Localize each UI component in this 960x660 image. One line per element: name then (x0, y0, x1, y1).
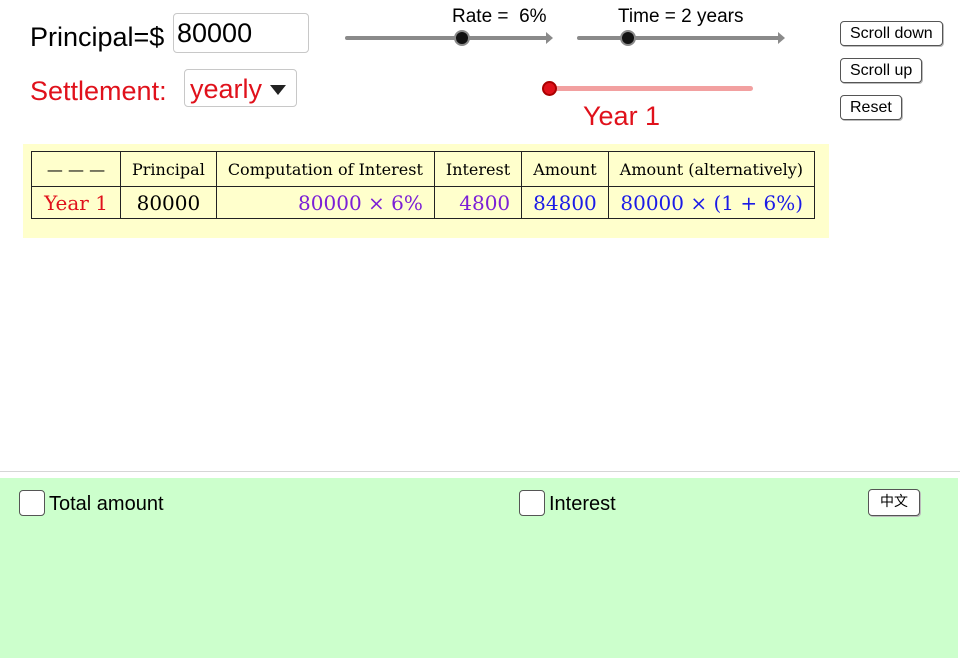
settlement-dropdown[interactable]: yearly (184, 69, 297, 107)
total-amount-label: Total amount (49, 493, 164, 515)
principal-input[interactable] (173, 13, 309, 53)
table-row: Year 1 80000 80000 × 6% 4800 84800 80000… (31, 186, 816, 219)
slider-arrow-icon (778, 32, 785, 44)
table-header-row: — — — Principal Computation of Interest … (31, 151, 816, 187)
interest-cell: 4800 (433, 186, 523, 219)
column-header: Principal (120, 151, 217, 187)
interest-checkbox[interactable] (519, 490, 545, 516)
scroll-up-button[interactable]: Scroll up (840, 58, 923, 83)
column-header: — — — (31, 151, 121, 187)
year-label: Year 1 (583, 101, 661, 131)
slider-arrow-icon (546, 32, 553, 44)
interest-label: Interest (549, 493, 616, 515)
divider (0, 471, 960, 472)
rate-slider-track[interactable] (345, 32, 553, 44)
time-slider-track[interactable] (577, 32, 785, 44)
principal-label: Principal=$ (30, 22, 165, 52)
year-slider-track[interactable] (548, 86, 753, 91)
interest-table-panel: — — — Principal Computation of Interest … (23, 144, 829, 238)
dropdown-arrow-icon (270, 85, 286, 95)
scroll-down-button[interactable]: Scroll down (840, 21, 943, 46)
time-slider-knob[interactable] (620, 30, 636, 46)
language-button[interactable]: 中文 (868, 489, 920, 516)
column-header: Computation of Interest (215, 151, 435, 187)
settlement-label: Settlement: (30, 76, 167, 106)
principal-cell: 80000 (120, 186, 217, 219)
total-amount-checkbox[interactable] (19, 490, 45, 516)
column-header: Amount (alternatively) (607, 151, 816, 187)
year-slider-knob[interactable] (542, 81, 557, 96)
reset-button[interactable]: Reset (840, 95, 902, 120)
interest-table: — — — Principal Computation of Interest … (31, 151, 816, 219)
column-header: Amount (521, 151, 609, 187)
time-label: Time = 2 years (618, 6, 744, 27)
settlement-selected-value: yearly (190, 74, 263, 104)
column-header: Interest (433, 151, 523, 187)
rate-slider-knob[interactable] (454, 30, 470, 46)
period-cell: Year 1 (31, 186, 121, 219)
amount-cell: 84800 (521, 186, 609, 219)
rate-label: Rate = 6% (452, 6, 547, 27)
amount-alt-cell: 80000 × (1 + 6%) (607, 186, 816, 219)
computation-cell: 80000 × 6% (215, 186, 435, 219)
